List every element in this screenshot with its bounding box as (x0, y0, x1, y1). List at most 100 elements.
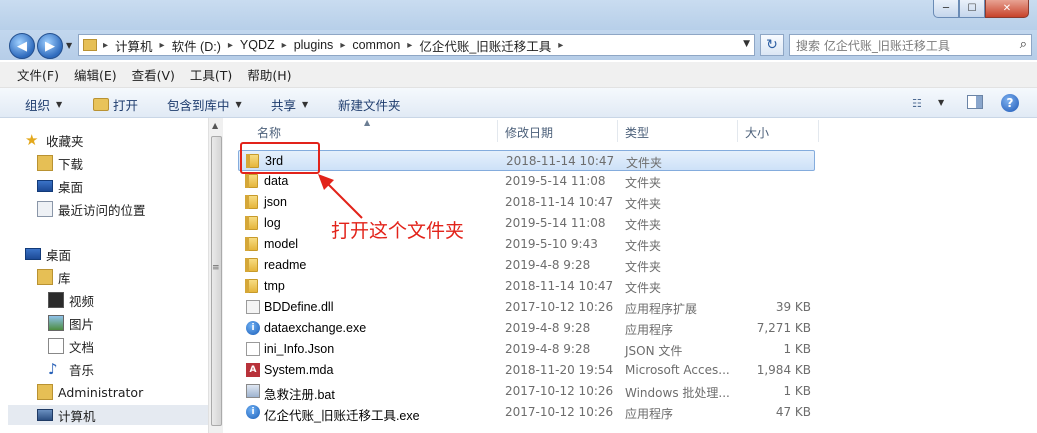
scrollbar-grip-icon: ≡ (212, 263, 220, 273)
music-note-icon: ♪ (48, 360, 58, 378)
scrollbar-thumb[interactable] (211, 136, 222, 426)
file-modified-date: 2019-4-8 9:28 (505, 342, 591, 356)
breadcrumb-separator-icon[interactable]: ▸ (558, 40, 563, 51)
window-controls: ─ ☐ ✕ (933, 0, 1029, 18)
include-in-library-button[interactable]: 包含到库中 ▼ (167, 95, 242, 114)
scroll-up-icon[interactable]: ▲ (212, 121, 218, 130)
menu-help[interactable]: 帮助(H) (247, 65, 291, 84)
breadcrumb-separator-icon[interactable]: ▸ (103, 40, 108, 51)
sidebar-item-favorites[interactable]: ★ 收藏夹 (25, 130, 84, 150)
menu-edit[interactable]: 编辑(E) (74, 65, 117, 84)
include-in-library-label: 包含到库中 (167, 98, 230, 113)
breadcrumb-separator-icon[interactable]: ▸ (340, 40, 345, 51)
maximize-button[interactable]: ☐ (959, 0, 985, 18)
sidebar-item-downloads[interactable]: 下载 (37, 153, 83, 173)
sort-ascending-icon: ▲ (364, 118, 371, 127)
column-divider[interactable] (497, 120, 498, 142)
column-header-type[interactable]: 类型 (625, 124, 649, 141)
breadcrumb-item[interactable]: common (352, 38, 400, 52)
desktop-icon (37, 180, 53, 192)
address-bar[interactable]: ▸ 计算机 ▸ 软件 (D:) ▸ YQDZ ▸ plugins ▸ common ▸ 亿企代账_旧… (78, 34, 755, 56)
address-dropdown-icon[interactable]: ▼ (743, 39, 750, 49)
file-type: 文件夹 (625, 281, 662, 295)
close-button[interactable]: ✕ (985, 0, 1029, 18)
breadcrumb: 计算机 ▸ 软件 (D:) ▸ YQDZ ▸ plugins ▸ common ▸ 亿企代账_旧账迁… (115, 36, 570, 55)
sidebar-item-computer[interactable]: 计算机 (8, 405, 208, 425)
search-input[interactable]: 搜索 亿企代账_旧账迁移工具 ⌕ (789, 34, 1032, 56)
sidebar-item-music[interactable]: ♪ 音乐 (48, 359, 94, 379)
file-row[interactable]: ini_Info.Json 2019-4-8 9:28 JSON 文件 1 KB (238, 339, 815, 360)
file-name: model (264, 237, 299, 251)
sidebar-item-libraries[interactable]: 库 (37, 267, 71, 287)
open-button[interactable]: 打开 (93, 95, 138, 114)
breadcrumb-item[interactable]: YQDZ (240, 38, 275, 52)
breadcrumb-separator-icon[interactable]: ▸ (282, 40, 287, 51)
open-folder-icon (93, 98, 109, 111)
view-options-icon[interactable]: ☷ (912, 97, 922, 110)
breadcrumb-item[interactable]: 亿企代账_旧账迁移工具 (419, 36, 551, 55)
new-folder-button[interactable]: 新建文件夹 (338, 95, 401, 114)
recent-pages-dropdown-icon[interactable]: ▼ (66, 41, 72, 50)
picture-icon (48, 315, 64, 331)
sidebar-item-videos[interactable]: 视频 (48, 290, 94, 310)
breadcrumb-item[interactable]: plugins (294, 38, 334, 52)
forward-button[interactable]: ▶ (37, 33, 63, 59)
file-row[interactable]: tmp 2018-11-14 10:47 文件夹 (238, 276, 815, 297)
file-name: BDDefine.dll (264, 300, 334, 314)
file-row[interactable]: readme 2019-4-8 9:28 文件夹 (238, 255, 815, 276)
sidebar-item-documents[interactable]: 文档 (48, 336, 94, 356)
breadcrumb-separator-icon[interactable]: ▸ (160, 40, 165, 51)
file-name: ini_Info.Json (264, 342, 335, 356)
share-label: 共享 (271, 98, 297, 113)
recent-places-icon (37, 201, 53, 217)
navigation-bar: ◀ ▶ ▼ ▸ 计算机 ▸ 软件 (D:) ▸ YQDZ ▸ plugins ▸ common ▸… (0, 30, 1037, 60)
file-row[interactable]: 3rd 2018-11-14 10:47 文件夹 (238, 150, 815, 171)
menu-view[interactable]: 查看(V) (132, 65, 175, 84)
file-name: tmp (264, 279, 285, 293)
breadcrumb-item[interactable]: 计算机 (115, 36, 153, 55)
file-row[interactable]: i 亿企代账_旧账迁移工具.exe 2017-10-12 10:26 应用程序 47 K… (238, 402, 815, 423)
column-header-size[interactable]: 大小 (745, 124, 769, 141)
file-row[interactable]: i dataexchange.exe 2019-4-8 9:28 应用程序 7,271 … (238, 318, 815, 339)
view-dropdown-icon[interactable]: ▼ (938, 98, 944, 107)
column-header-name[interactable]: 名称 (257, 124, 281, 141)
sidebar-item-pictures[interactable]: 图片 (48, 313, 94, 333)
sidebar-item-desktop[interactable]: 桌面 (25, 244, 71, 264)
help-button[interactable]: ? (1001, 94, 1019, 112)
share-button[interactable]: 共享 ▼ (271, 95, 308, 114)
new-folder-label: 新建文件夹 (338, 98, 401, 113)
navigation-pane: ★ 收藏夹 下载 桌面 最近访问的位置 桌面 库 视频 图片 文档 ♪ 音乐 A… (0, 118, 208, 433)
refresh-icon: ↻ (766, 37, 778, 53)
sidebar-item-desktop-favorite[interactable]: 桌面 (37, 176, 83, 196)
file-row[interactable]: A System.mda 2018-11-20 19:54 Microsoft Acc… (238, 360, 815, 381)
column-divider[interactable] (818, 120, 819, 142)
file-row[interactable]: BDDefine.dll 2017-10-12 10:26 应用程序扩展 39 KB (238, 297, 815, 318)
file-name: json (264, 195, 287, 209)
sidebar-item-recent-places[interactable]: 最近访问的位置 (37, 199, 146, 219)
file-row[interactable]: 急救注册.bat 2017-10-12 10:26 Windows 批处理... 1 … (238, 381, 815, 402)
navigation-pane-scrollbar[interactable]: ▲ ≡ (208, 118, 223, 433)
column-divider[interactable] (617, 120, 618, 142)
menu-tools[interactable]: 工具(T) (190, 65, 232, 84)
annotation-highlight-box (240, 142, 320, 174)
column-header-date[interactable]: 修改日期 (505, 124, 553, 141)
file-name: System.mda (264, 363, 334, 377)
file-type: 应用程序扩展 (625, 302, 698, 316)
search-icon[interactable]: ⌕ (1020, 37, 1027, 52)
minimize-button[interactable]: ─ (933, 0, 959, 18)
file-modified-date: 2018-11-14 10:47 (506, 154, 615, 168)
breadcrumb-separator-icon[interactable]: ▸ (407, 40, 412, 51)
sidebar-item-label: 最近访问的位置 (58, 202, 146, 218)
menu-file[interactable]: 文件(F) (17, 65, 59, 84)
document-icon (48, 338, 64, 354)
back-button[interactable]: ◀ (9, 33, 35, 59)
sidebar-item-administrator[interactable]: Administrator (37, 382, 143, 402)
breadcrumb-item[interactable]: 软件 (D:) (172, 36, 221, 55)
file-row[interactable]: model 2019-5-10 9:43 文件夹 (238, 234, 815, 255)
organize-button[interactable]: 组织 ▼ (25, 95, 62, 114)
preview-pane-icon[interactable] (967, 95, 983, 109)
breadcrumb-separator-icon[interactable]: ▸ (228, 40, 233, 51)
sidebar-item-label: 桌面 (46, 247, 72, 263)
refresh-button[interactable]: ↻ (760, 34, 784, 56)
column-divider[interactable] (737, 120, 738, 142)
